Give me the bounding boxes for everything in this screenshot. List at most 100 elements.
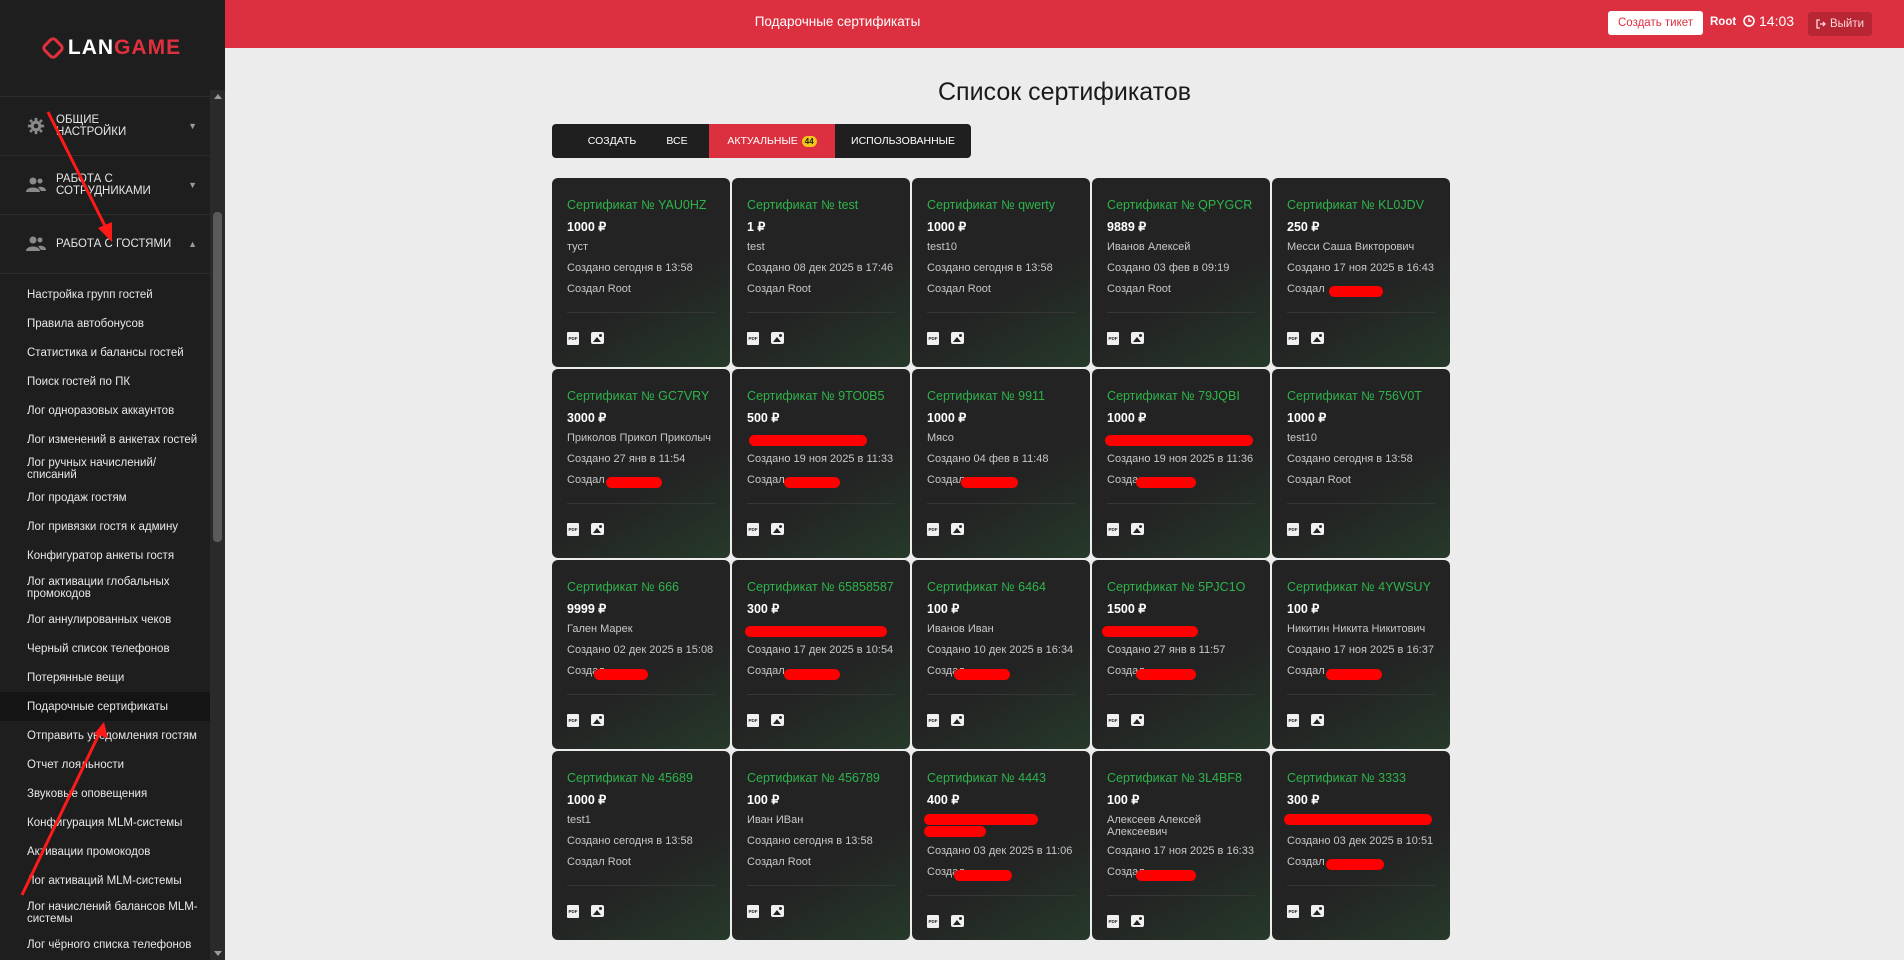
pdf-download-icon[interactable]	[1287, 905, 1299, 918]
certificate-title[interactable]: Сертификат № test	[747, 198, 858, 212]
sidebar-item[interactable]: Лог продаж гостям	[0, 483, 225, 512]
certificate-title[interactable]: Сертификат № 666	[567, 580, 679, 594]
image-download-icon[interactable]	[1311, 332, 1324, 344]
pdf-download-icon[interactable]	[927, 332, 939, 345]
sidebar-item[interactable]: Звуковые оповещения	[0, 779, 225, 808]
certificate-card[interactable]: Сертификат № QPYGCR 9889 ₽ Иванов Алексей С…	[1092, 178, 1270, 367]
image-download-icon[interactable]	[1311, 714, 1324, 726]
pdf-download-icon[interactable]	[747, 714, 759, 727]
certificate-card[interactable]: Сертификат № 5PJC1O 1500 ₽ Создано 27 янв …	[1092, 560, 1270, 749]
image-download-icon[interactable]	[951, 714, 964, 726]
pdf-download-icon[interactable]	[927, 915, 939, 928]
pdf-download-icon[interactable]	[747, 332, 759, 345]
certificate-card[interactable]: Сертификат № 6464 100 ₽ Иванов Иван Создано…	[912, 560, 1090, 749]
certificate-title[interactable]: Сертификат № 45689	[567, 771, 693, 785]
pdf-download-icon[interactable]	[1107, 915, 1119, 928]
sidebar-item[interactable]: Правила автобонусов	[0, 309, 225, 338]
pdf-download-icon[interactable]	[1287, 523, 1299, 536]
image-download-icon[interactable]	[1311, 523, 1324, 535]
pdf-download-icon[interactable]	[747, 523, 759, 536]
pdf-download-icon[interactable]	[1107, 332, 1119, 345]
pdf-download-icon[interactable]	[1107, 714, 1119, 727]
pdf-download-icon[interactable]	[1287, 714, 1299, 727]
certificate-card[interactable]: Сертификат № 3333 300 ₽ Создано 03 дек 202…	[1272, 751, 1450, 940]
certificate-title[interactable]: Сертификат № KL0JDV	[1287, 198, 1424, 212]
certificate-card[interactable]: Сертификат № KL0JDV 250 ₽ Месси Саша Викто…	[1272, 178, 1450, 367]
nav-section-staff[interactable]: Работа с сотрудниками ▼	[0, 156, 225, 215]
certificate-title[interactable]: Сертификат № 4443	[927, 771, 1046, 785]
certificate-card[interactable]: Сертификат № 9TO0B5 500 ₽ Создано 19 ноя 2…	[732, 369, 910, 558]
certificate-title[interactable]: Сертификат № 9TO0B5	[747, 389, 884, 403]
tab-used[interactable]: Использованные	[835, 124, 971, 158]
image-download-icon[interactable]	[771, 905, 784, 917]
sidebar-item[interactable]: Лог начислений балансов MLM-системы	[0, 895, 225, 930]
certificate-card[interactable]: Сертификат № test 1 ₽ test Создано 08 дек 2…	[732, 178, 910, 367]
sidebar-item[interactable]: Лог активации глобальных промокодов	[0, 570, 225, 605]
certificate-card[interactable]: Сертификат № 79JQBI 1000 ₽ Создано 19 ноя …	[1092, 369, 1270, 558]
pdf-download-icon[interactable]	[927, 523, 939, 536]
pdf-download-icon[interactable]	[567, 332, 579, 345]
scroll-down-arrow-icon[interactable]	[214, 951, 222, 956]
certificate-title[interactable]: Сертификат № 6464	[927, 580, 1046, 594]
certificate-title[interactable]: Сертификат № 456789	[747, 771, 880, 785]
logout-button[interactable]: Выйти	[1808, 12, 1873, 36]
image-download-icon[interactable]	[1131, 523, 1144, 535]
scroll-thumb[interactable]	[213, 212, 222, 542]
sidebar-item[interactable]: Конфигуратор анкеты гостя	[0, 541, 225, 570]
sidebar-item[interactable]: Статистика и балансы гостей	[0, 338, 225, 367]
image-download-icon[interactable]	[591, 714, 604, 726]
sidebar-item[interactable]: Лог одноразовых аккаунтов	[0, 396, 225, 425]
certificate-card[interactable]: Сертификат № 45689 1000 ₽ test1 Создано сег…	[552, 751, 730, 940]
sidebar-item-gift-certificates[interactable]: Подарочные сертификаты	[0, 692, 225, 721]
image-download-icon[interactable]	[591, 523, 604, 535]
nav-section-general[interactable]: Общие настройки ▼	[0, 97, 225, 156]
image-download-icon[interactable]	[951, 332, 964, 344]
certificate-card[interactable]: Сертификат № 756V0T 1000 ₽ test10 Создано с…	[1272, 369, 1450, 558]
sidebar-item[interactable]: Лог чёрного списка телефонов	[0, 930, 225, 959]
certificate-title[interactable]: Сертификат № QPYGCR	[1107, 198, 1252, 212]
pdf-download-icon[interactable]	[747, 905, 759, 918]
certificate-card[interactable]: Сертификат № YAU0HZ 1000 ₽ туст Создано сег…	[552, 178, 730, 367]
image-download-icon[interactable]	[771, 332, 784, 344]
certificate-title[interactable]: Сертификат № 65858587	[747, 580, 894, 594]
certificate-card[interactable]: Сертификат № GC7VRY 3000 ₽ Приколов Прикол…	[552, 369, 730, 558]
certificate-title[interactable]: Сертификат № 756V0T	[1287, 389, 1422, 403]
sidebar-item[interactable]: Настройка групп гостей	[0, 280, 225, 309]
image-download-icon[interactable]	[771, 523, 784, 535]
image-download-icon[interactable]	[1131, 332, 1144, 344]
certificate-title[interactable]: Сертификат № 9911	[927, 389, 1045, 403]
image-download-icon[interactable]	[591, 332, 604, 344]
certificate-card[interactable]: Сертификат № 4YWSUY 100 ₽ Никитин Никита Н…	[1272, 560, 1450, 749]
create-ticket-button[interactable]: Создать тикет	[1608, 11, 1704, 35]
sidebar-item[interactable]: Лог ручных начислений/списаний	[0, 454, 225, 483]
image-download-icon[interactable]	[951, 915, 964, 927]
sidebar-item[interactable]: Отчет лояльности	[0, 750, 225, 779]
sidebar-item[interactable]: Отправить уведомления гостям	[0, 721, 225, 750]
image-download-icon[interactable]	[591, 905, 604, 917]
tab-all[interactable]: Все	[645, 124, 709, 158]
sidebar-item[interactable]: Конфигурация MLM-системы	[0, 808, 225, 837]
certificate-card[interactable]: Сертификат № 666 9999 ₽ Гален Марек Создано…	[552, 560, 730, 749]
certificate-title[interactable]: Сертификат № YAU0HZ	[567, 198, 707, 212]
nav-section-guests[interactable]: Работа с гостями ▲	[0, 215, 225, 274]
certificate-title[interactable]: Сертификат № 4YWSUY	[1287, 580, 1431, 594]
certificate-title[interactable]: Сертификат № qwerty	[927, 198, 1055, 212]
sidebar-item[interactable]: Лог аннулированных чеков	[0, 605, 225, 634]
certificate-card[interactable]: Сертификат № 4443 400 ₽ Создано 03 дек 202…	[912, 751, 1090, 940]
sidebar-item[interactable]: Черный список телефонов	[0, 634, 225, 663]
sidebar-item[interactable]: Активации промокодов	[0, 837, 225, 866]
tab-actual[interactable]: Актуальные 44	[709, 124, 835, 158]
pdf-download-icon[interactable]	[567, 905, 579, 918]
user-name[interactable]: Root	[1710, 16, 1736, 28]
certificate-card[interactable]: Сертификат № 3L4BF8 100 ₽ Алексеев Алексей…	[1092, 751, 1270, 940]
pdf-download-icon[interactable]	[1107, 523, 1119, 536]
pdf-download-icon[interactable]	[1287, 332, 1299, 345]
certificate-title[interactable]: Сертификат № 3333	[1287, 771, 1406, 785]
logo[interactable]: LANGAME	[0, 0, 225, 97]
certificate-title[interactable]: Сертификат № 3L4BF8	[1107, 771, 1242, 785]
sidebar-scrollbar[interactable]	[210, 90, 225, 960]
image-download-icon[interactable]	[1131, 915, 1144, 927]
certificate-card[interactable]: Сертификат № 65858587 300 ₽ Создано 17 дек…	[732, 560, 910, 749]
image-download-icon[interactable]	[771, 714, 784, 726]
sidebar-item[interactable]: Лог активаций MLM-системы	[0, 866, 225, 895]
